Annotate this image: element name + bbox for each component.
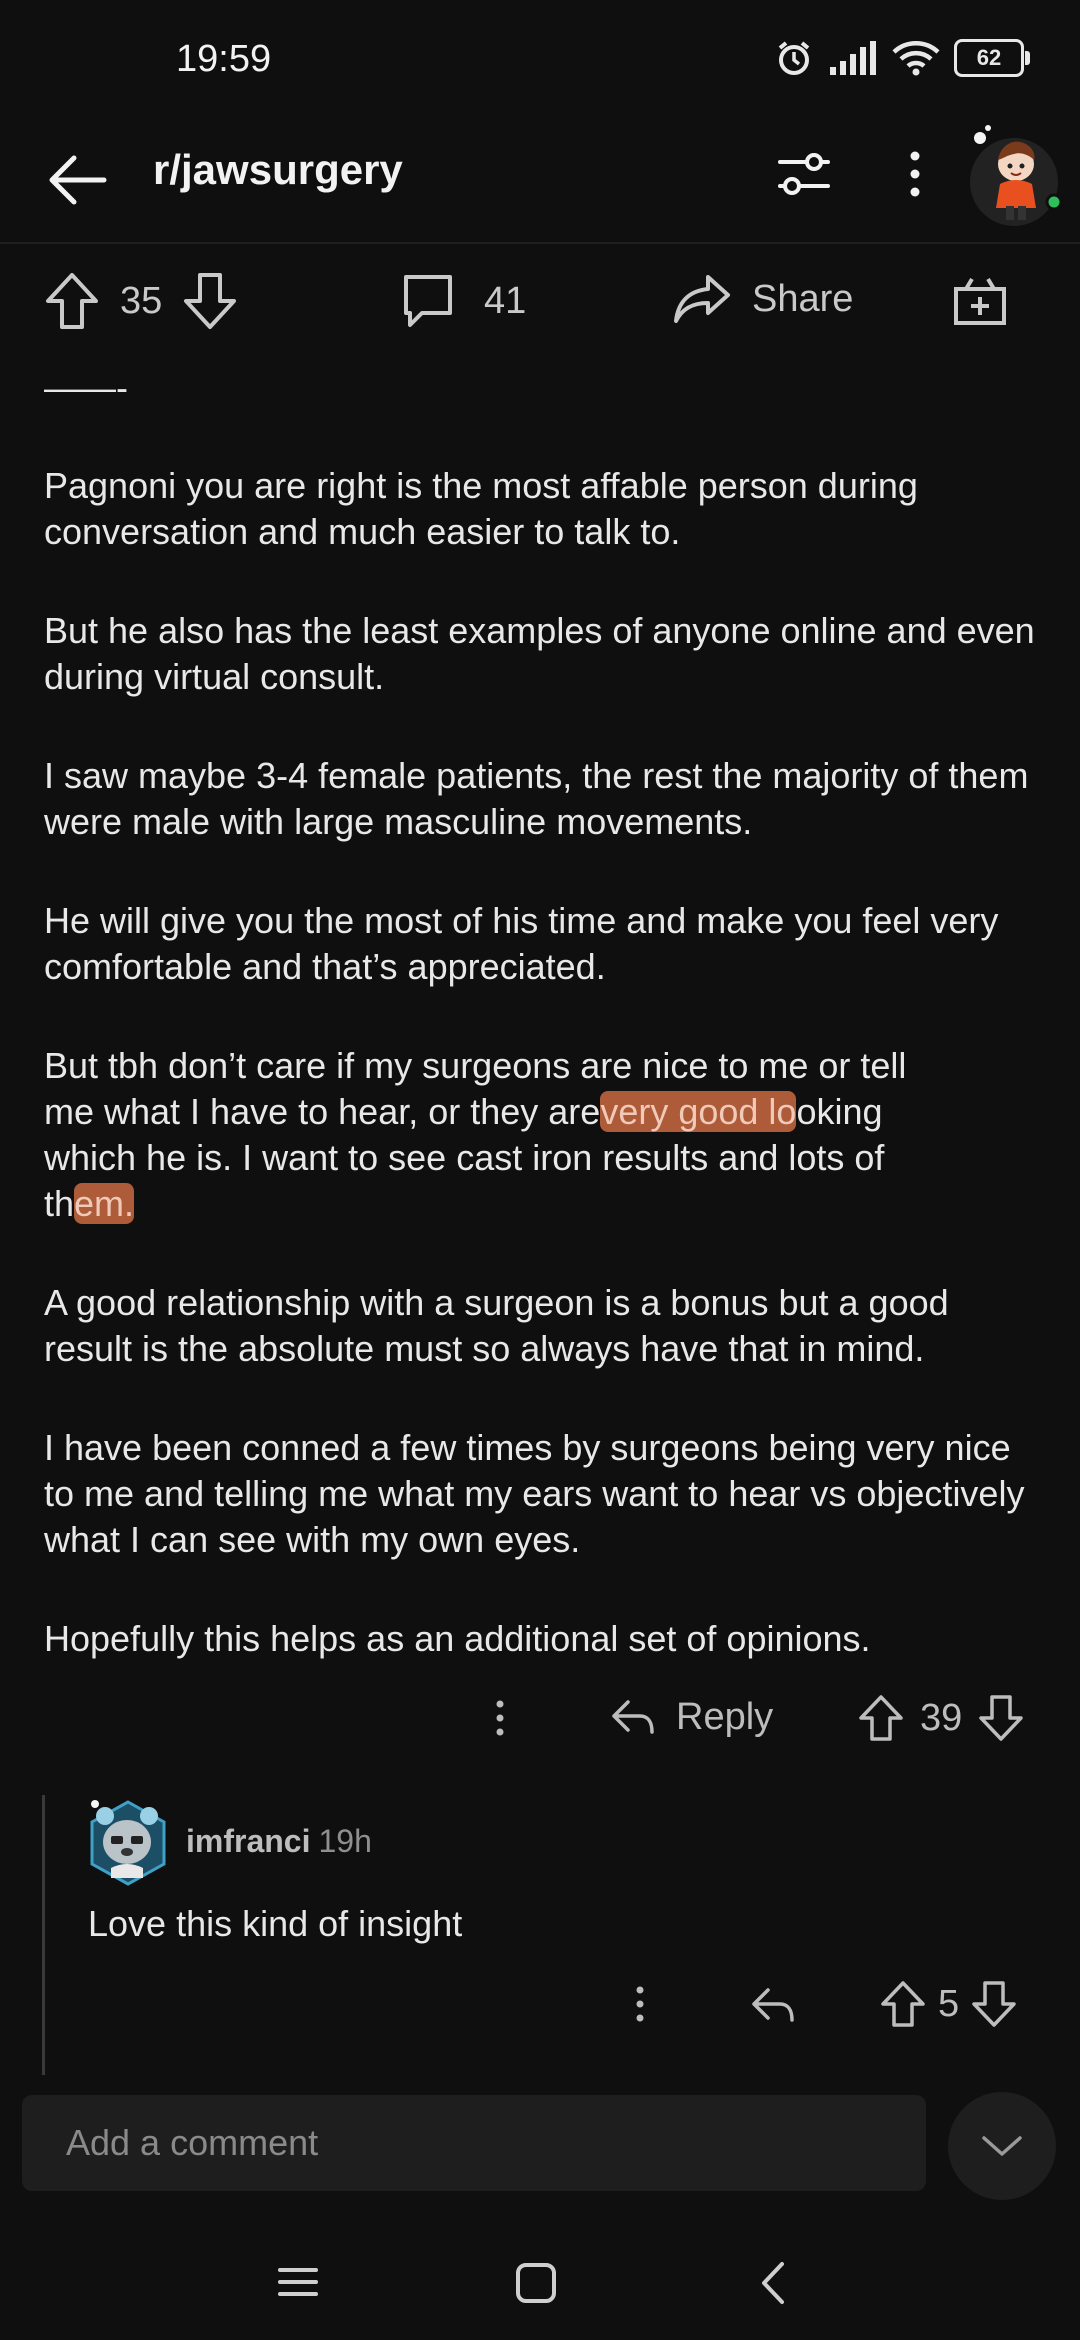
more-vertical-icon [910, 151, 920, 197]
downvote-button[interactable] [182, 271, 238, 331]
back-button[interactable] [40, 140, 120, 220]
post-divider: ——- [44, 367, 128, 408]
downvote-button[interactable] [978, 1694, 1024, 1742]
post-paragraph: But he also has the least examples of an… [44, 610, 1035, 697]
reply-button[interactable]: Reply [608, 1692, 773, 1742]
share-arrow-icon [672, 271, 732, 327]
downvote-button[interactable] [971, 1980, 1017, 2028]
more-vertical-icon [636, 1986, 644, 2022]
signal-icon [828, 41, 878, 75]
text-line: But tbh don’t care if my surgeons are ni… [44, 1045, 907, 1086]
post-paragraph: I have been conned a few times by surgeo… [44, 1427, 1025, 1560]
upvote-button[interactable] [44, 271, 100, 331]
reply-text: Love this kind of insight [88, 1903, 463, 1944]
top-nav: r/jawsurgery [0, 120, 1080, 244]
chevron-left-icon [762, 2262, 784, 2304]
collapse-button[interactable] [948, 2092, 1056, 2200]
post-paragraph: Pagnoni you are right is the most affabl… [44, 465, 918, 552]
reply-label: Reply [676, 1695, 774, 1738]
filter-button[interactable] [772, 142, 836, 206]
text-line: which he is. I want to see cast iron res… [44, 1137, 885, 1178]
more-vertical-icon [496, 1700, 504, 1736]
comment-count: 41 [484, 279, 527, 322]
back-arrow-icon [49, 155, 107, 205]
filter-sliders-icon [778, 153, 830, 195]
reply-arrow-icon [612, 1700, 654, 1734]
text-line: oking [796, 1091, 883, 1132]
text-line: me what I have to hear, or they are [44, 1091, 601, 1132]
upvote-arrow-icon [46, 273, 98, 329]
text-line: th [44, 1183, 75, 1224]
upvote-arrow-icon [859, 1695, 903, 1741]
home-square-icon [516, 2263, 556, 2303]
upvote-arrow-icon [881, 1981, 925, 2027]
system-back-button[interactable] [758, 2260, 788, 2306]
comment-vote-group: 39 [858, 1694, 1024, 1742]
comments-button[interactable]: 41 [400, 271, 526, 331]
menu-lines-icon [278, 2268, 318, 2296]
share-label: Share [752, 277, 854, 320]
gift-icon [952, 271, 1008, 327]
post-paragraph-highlighted: But tbh don’t care if my surgeons are ni… [44, 1043, 1044, 1227]
wifi-icon [892, 40, 940, 76]
downvote-arrow-icon [979, 1695, 1024, 1741]
status-icons: 62 [774, 38, 1030, 78]
reply-age: 19h [318, 1823, 372, 1859]
downvote-arrow-icon [972, 1981, 1016, 2027]
highlight-mark: very good lo [600, 1091, 797, 1132]
comment-placeholder: Add a comment [66, 2122, 319, 2163]
reply-vote-group: 5 [880, 1980, 1017, 2028]
system-nav-bar [0, 2230, 1080, 2340]
reply-username-row: imfranci 19h [186, 1823, 372, 1860]
award-button[interactable] [952, 271, 1008, 327]
home-button[interactable] [515, 2262, 557, 2304]
post-body: ——- Pagnoni you are right is the most af… [44, 365, 1044, 1715]
status-bar: 19:59 62 [0, 0, 1080, 120]
reply-avatar[interactable] [85, 1798, 171, 1888]
subreddit-title[interactable]: r/jawsurgery [153, 146, 403, 194]
post-action-bar: 35 41 Share [0, 255, 1080, 345]
reply-arrow-icon [752, 1988, 794, 2022]
alarm-icon [774, 38, 814, 78]
post-vote-group: 35 [44, 271, 238, 331]
share-button[interactable]: Share [672, 271, 853, 327]
upvote-button[interactable] [880, 1980, 926, 2028]
comment-more-button[interactable] [480, 1690, 520, 1746]
reply-username[interactable]: imfranci [186, 1823, 310, 1859]
comment-bubble-icon [400, 271, 456, 331]
highlight-mark: em. [74, 1183, 135, 1224]
post-paragraph: I saw maybe 3-4 female patients, the res… [44, 755, 1029, 842]
downvote-arrow-icon [184, 273, 237, 329]
recents-button[interactable] [278, 2262, 318, 2302]
post-paragraph: He will give you the most of his time an… [44, 900, 999, 987]
user-avatar[interactable] [966, 120, 1068, 230]
status-time: 19:59 [176, 38, 272, 80]
chevron-down-icon [982, 2136, 1022, 2156]
reply-to-reply-button[interactable] [748, 1980, 798, 2030]
post-paragraph: Hopefully this helps as an additional se… [44, 1618, 871, 1659]
add-comment-input[interactable]: Add a comment [22, 2095, 926, 2191]
post-vote-count: 35 [120, 279, 163, 322]
upvote-button[interactable] [858, 1694, 904, 1742]
thread-line [42, 1795, 45, 2075]
reply-more-button[interactable] [620, 1976, 660, 2032]
more-options-button[interactable] [890, 142, 940, 206]
battery-icon: 62 [954, 39, 1030, 77]
reply-vote-count: 5 [938, 1982, 960, 2025]
comment-vote-count: 39 [920, 1696, 963, 1739]
post-paragraph: A good relationship with a surgeon is a … [44, 1282, 949, 1369]
